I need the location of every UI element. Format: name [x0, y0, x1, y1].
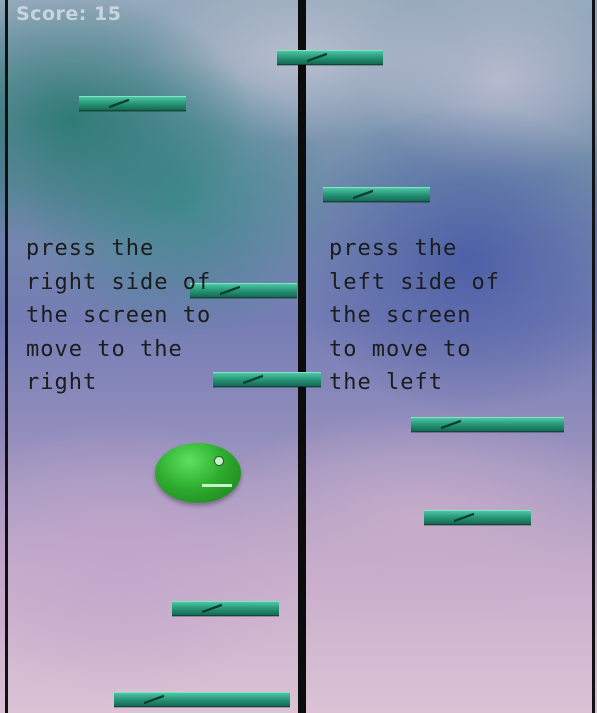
platform: [424, 510, 531, 525]
player-ball: [155, 443, 241, 503]
platform: [411, 417, 564, 432]
screen-divider: [298, 0, 306, 713]
ball-eye-icon: [214, 456, 224, 466]
instruction-move-left: press the left side of the screen to mov…: [329, 236, 500, 395]
score-counter: Score: 15: [16, 3, 122, 25]
platform: [172, 601, 279, 616]
game-screen[interactable]: press the right side of the screen to mo…: [0, 0, 597, 713]
platform: [79, 96, 186, 111]
platform: [114, 692, 290, 707]
ball-mouth-icon: [202, 484, 232, 487]
instruction-move-right: press the right side of the screen to mo…: [26, 236, 212, 395]
platform: [277, 50, 383, 65]
platform: [323, 187, 430, 202]
